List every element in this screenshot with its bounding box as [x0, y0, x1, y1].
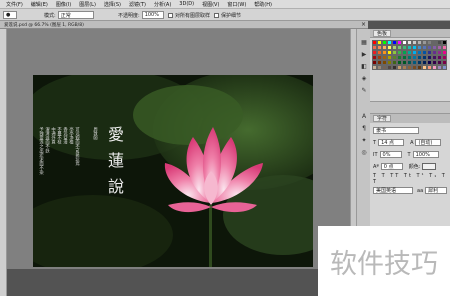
sample-all-label: 对所有图层取样	[175, 12, 211, 19]
antialias-value: 犀利	[428, 188, 439, 194]
poem-line: 亭亭净植	[69, 126, 74, 146]
actions-icon[interactable]: ▶	[360, 51, 368, 58]
menu-item[interactable]: 选择(S)	[104, 1, 121, 8]
adjustments-panel	[370, 101, 450, 113]
brush-preset-icon: ●	[3, 11, 17, 19]
paths-icon[interactable]: ✎	[360, 87, 368, 94]
character-icon[interactable]: A	[360, 113, 368, 120]
title-char: 愛	[108, 125, 124, 144]
mode-value: 正常	[60, 12, 71, 19]
language-value: 美国英语	[376, 188, 397, 194]
lotus-stem	[209, 205, 212, 267]
sample-all-checkbox[interactable]: 对所有图层取样	[168, 11, 210, 19]
language-select[interactable]: 美国英语	[373, 187, 413, 194]
baseline-value: 0 点	[383, 164, 394, 170]
document-image[interactable]: 予独爱莲之出淤泥而不染 濯清涟而不妖 中通外直 不蔓不枝 香远益清 亭亭净植 可…	[33, 75, 313, 267]
swatches-grid[interactable]	[372, 40, 448, 96]
font-size-input[interactable]: 14 点	[378, 139, 405, 146]
lotus-artwork: 予独爱莲之出淤泥而不染 濯清涟而不妖 中通外直 不蔓不枝 香远益清 亭亭净植 可…	[33, 75, 313, 267]
scale-v-value: 0%	[382, 151, 391, 158]
leading-icon: A	[410, 139, 414, 146]
menu-bar: 文件(F) 编辑(E) 图像(I) 图层(L) 选择(S) 滤镜(T) 分析(A) 3D(D)…	[0, 0, 450, 9]
menu-item[interactable]: 分析(A)	[154, 1, 171, 8]
protect-check[interactable]	[214, 12, 219, 18]
menu-item[interactable]: 3D(D)	[179, 1, 194, 7]
scale-h-input[interactable]: 100%	[412, 151, 439, 158]
poem-line: 不蔓不枝	[57, 127, 62, 146]
close-icon[interactable]: ×	[361, 21, 366, 28]
options-bar: ● 模式: 正常 不透明度: 100% 对所有图层取样 保护细节	[0, 9, 450, 21]
leading-input[interactable]: (自动)	[415, 139, 442, 146]
tab-swatches[interactable]: 色板	[373, 30, 392, 37]
poem-title: 愛 蓮 說	[108, 125, 124, 196]
panel-icon-strip: ▦ ▶ ◧ ◈ ✎ A ¶ ✦ ◎	[356, 29, 370, 229]
mode-select[interactable]: 正常	[57, 11, 94, 19]
scale-h-value: 100%	[415, 151, 430, 158]
character-header: 字符	[370, 114, 450, 123]
menu-item[interactable]: 滤镜(T)	[129, 1, 146, 8]
antialias-icon: aa	[417, 187, 424, 194]
poem-signature: 周敦颐	[93, 127, 98, 142]
baseline-input[interactable]: 0 点	[380, 163, 403, 170]
menu-item[interactable]: 视图(V)	[202, 1, 219, 8]
document-tab[interactable]: 爱莲说.psd @ 66.7% (图层 1, RGB/8) ×	[0, 21, 368, 29]
title-char: 蓮	[108, 151, 124, 170]
tool-preset-button[interactable]: ●	[3, 11, 17, 19]
protect-detail-checkbox[interactable]: 保护细节	[214, 11, 241, 19]
leading-value: (自动)	[418, 140, 433, 146]
faux-style-buttons[interactable]: T T TT Tt T¹ T₁ T T	[373, 173, 450, 185]
document-title: 爱莲说.psd @ 66.7% (图层 1, RGB/8)	[4, 23, 84, 28]
poem-line: 香远益清	[63, 126, 68, 146]
mode-label: 模式:	[44, 12, 56, 19]
font-size-value: 14 点	[381, 140, 395, 146]
font-family-value: 隶书	[376, 128, 387, 134]
layers-icon[interactable]: ◧	[360, 63, 368, 70]
antialias-select[interactable]: 犀利	[425, 187, 448, 194]
swatches-header: 色板	[370, 29, 450, 38]
watermark-text: 软件技巧	[330, 248, 438, 280]
clone-source-icon[interactable]: ◎	[360, 149, 368, 156]
poem-line: 中通外直	[51, 126, 56, 145]
channels-icon[interactable]: ◈	[360, 75, 368, 82]
tools-panel	[0, 29, 7, 296]
title-char: 說	[108, 177, 124, 196]
watermark: 软件技巧	[318, 226, 450, 296]
menu-item[interactable]: 图层(L)	[79, 1, 96, 8]
right-panels: 色板 字符 隶书 T 14 点 A (自动) IT 0% T 100% Aª 0…	[370, 29, 450, 229]
leaf-shape	[133, 85, 243, 145]
history-icon[interactable]: ▦	[360, 39, 368, 46]
menu-item[interactable]: 编辑(E)	[31, 1, 48, 8]
scale-h-icon: T	[407, 151, 411, 158]
tab-character[interactable]: 字符	[373, 115, 392, 122]
menu-item[interactable]: 帮助(H)	[254, 1, 272, 8]
opacity-value: 100%	[144, 12, 159, 18]
poem-line: 可远观而不可亵玩焉	[75, 127, 80, 167]
protect-label: 保护细节	[221, 12, 242, 19]
opacity-label: 不透明度:	[118, 12, 140, 19]
font-size-icon: T	[373, 139, 377, 146]
baseline-icon: Aª	[373, 163, 379, 170]
color-swatch-cell[interactable]	[442, 65, 447, 70]
menu-item[interactable]: 文件(F)	[6, 1, 23, 8]
font-family-select[interactable]: 隶书	[373, 127, 419, 134]
color-swatch[interactable]	[422, 163, 437, 170]
poem-line: 予独爱莲之出淤泥而不染	[39, 126, 44, 176]
scale-v-icon: IT	[373, 151, 378, 158]
text-style-row: T T TT Tt T¹ T₁ T T	[373, 173, 450, 185]
poem-line: 濯清涟而不妖	[45, 126, 50, 154]
paragraph-icon[interactable]: ¶	[360, 125, 368, 132]
scale-v-input[interactable]: 0%	[379, 151, 402, 158]
color-label: 颜色:	[408, 164, 421, 170]
menu-item[interactable]: 图像(I)	[56, 1, 71, 8]
brush-icon[interactable]: ✦	[360, 137, 368, 144]
sample-all-check[interactable]	[168, 12, 173, 18]
opacity-input[interactable]: 100%	[141, 11, 164, 19]
character-panel: 字符 隶书 T 14 点 A (自动) IT 0% T 100% Aª 0 点 …	[370, 113, 450, 229]
menu-item[interactable]: 窗口(W)	[227, 1, 246, 8]
